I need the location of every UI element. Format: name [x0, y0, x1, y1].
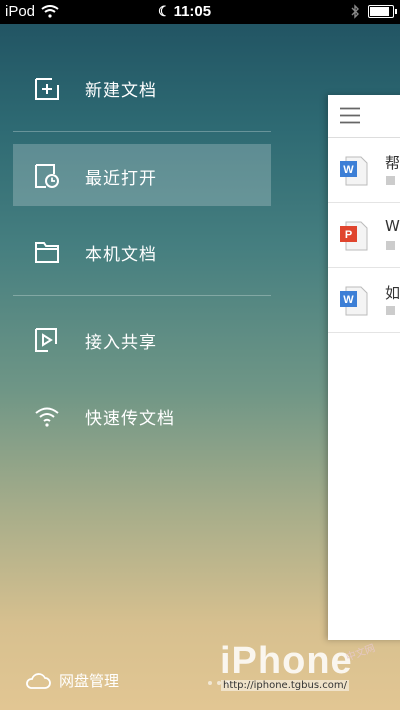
watermark: iPhone 中文网 http://iphone.tgbus.com/: [205, 640, 395, 702]
ppt-document-icon: P: [340, 221, 368, 251]
battery-icon: [368, 5, 397, 18]
menu-item-share-access[interactable]: 接入共享: [13, 308, 271, 370]
menu-item-recent[interactable]: 最近打开: [13, 144, 271, 206]
word-document-icon: W: [340, 286, 368, 316]
watermark-brand: iPhone: [220, 640, 353, 682]
wifi-signal-icon: [41, 5, 59, 18]
word-document-icon: W: [340, 156, 368, 186]
folder-icon: [35, 242, 59, 263]
svg-text:P: P: [345, 229, 352, 241]
wifi-icon: [35, 407, 59, 427]
menu-divider: [13, 131, 271, 132]
hamburger-menu-icon[interactable]: [340, 107, 360, 124]
cloud-drive-label: 网盘管理: [59, 672, 120, 690]
menu-item-label: 本机文档: [85, 245, 157, 265]
status-bar: iPod ☾ 11:05: [0, 0, 400, 24]
file-title: Wh: [385, 217, 400, 235]
moon-icon: ☾: [158, 3, 171, 19]
file-row[interactable]: W 帮: [328, 138, 400, 203]
menu-item-label: 新建文档: [85, 81, 157, 101]
menu-item-label: 接入共享: [85, 333, 157, 353]
watermark-url: http://iphone.tgbus.com/: [221, 680, 349, 691]
recent-files-panel[interactable]: W 帮 P Wh W 如: [328, 95, 400, 640]
menu-divider: [13, 295, 271, 296]
file-row[interactable]: W 如: [328, 268, 400, 333]
cloud-icon: [26, 672, 51, 689]
file-type-badge: [386, 176, 395, 185]
menu-item-quick-transfer[interactable]: 快速传文档: [13, 384, 271, 446]
new-document-icon: [35, 78, 59, 100]
file-title: 如: [385, 284, 400, 302]
clock-time: 11:05: [173, 3, 212, 20]
cloud-drive-button[interactable]: 网盘管理: [25, 670, 119, 691]
menu-item-new-document[interactable]: 新建文档: [13, 56, 271, 118]
svg-text:W: W: [343, 164, 354, 176]
file-type-badge: [386, 306, 395, 315]
menu-item-label: 快速传文档: [85, 409, 175, 429]
file-row[interactable]: P Wh: [328, 203, 400, 268]
carrier-label: iPod: [5, 3, 36, 20]
bluetooth-icon: [351, 4, 359, 19]
recent-clock-icon: [35, 164, 59, 188]
file-type-badge: [386, 241, 395, 250]
file-title: 帮: [385, 154, 400, 172]
share-play-icon: [35, 328, 57, 352]
panel-header: [328, 95, 400, 138]
svg-text:W: W: [343, 294, 354, 306]
menu-item-local-documents[interactable]: 本机文档: [13, 220, 271, 282]
menu-item-label: 最近打开: [85, 169, 157, 189]
